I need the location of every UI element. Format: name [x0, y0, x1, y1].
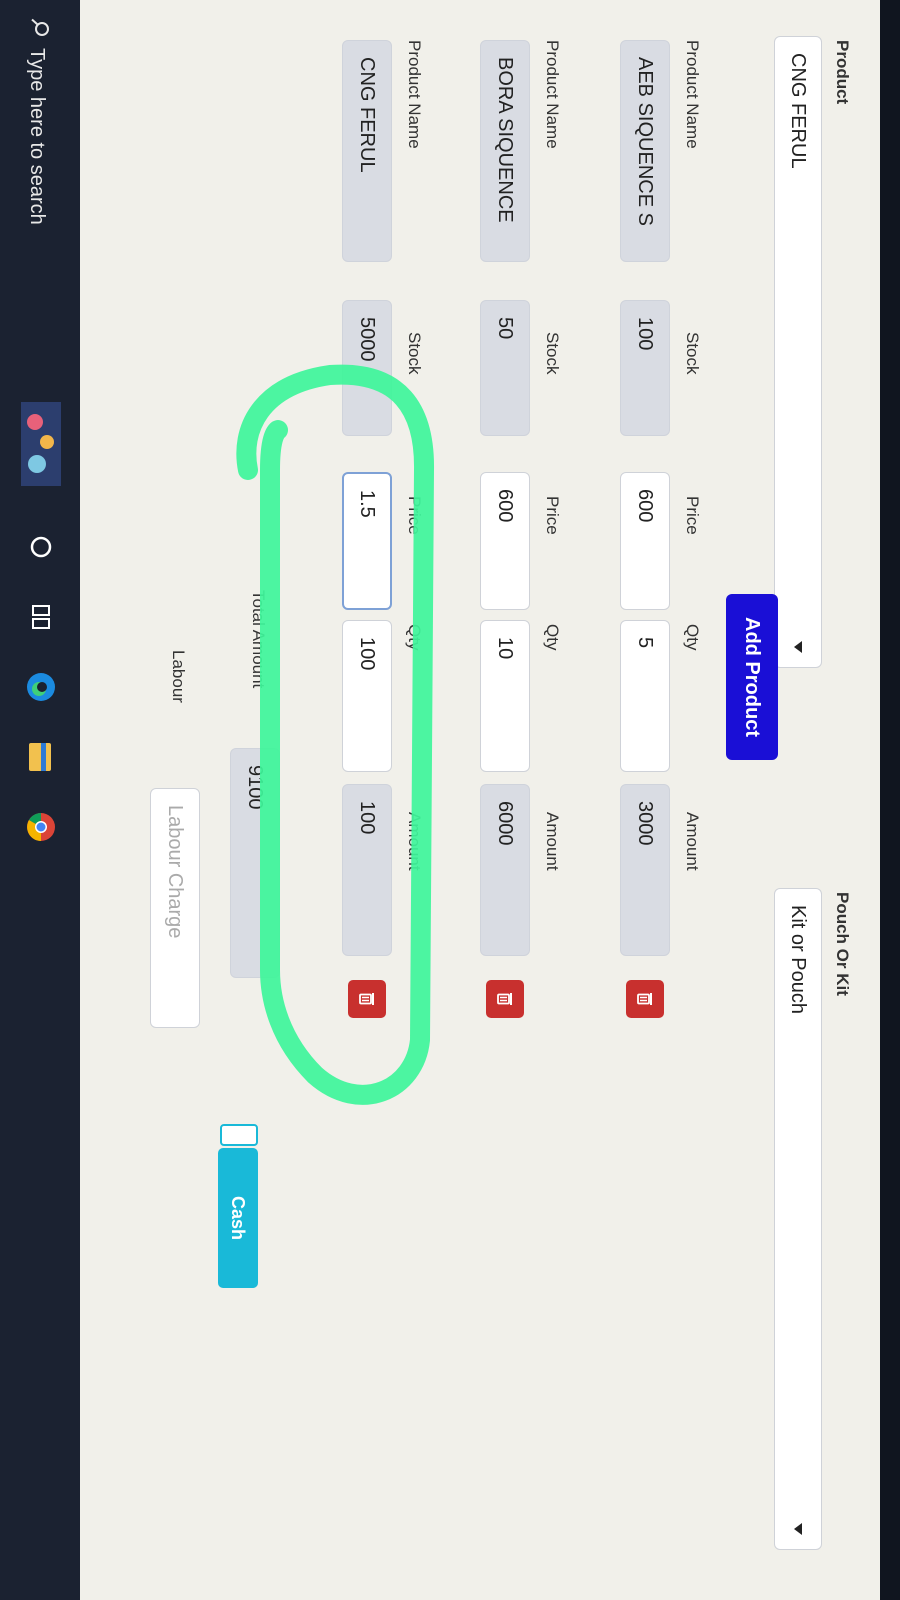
row2-price-input[interactable]: 600 [480, 472, 530, 610]
taskbar-search[interactable]: Type here to search [24, 18, 50, 225]
row3-amount: 100 [342, 784, 392, 956]
row1-qty-input[interactable]: 5 [620, 620, 670, 772]
row2-amount: 6000 [480, 784, 530, 956]
col-name-label: Product Name [683, 40, 702, 149]
row1-amount: 3000 [620, 784, 670, 956]
dropdown-caret-icon [794, 641, 802, 653]
col-name-label: Product Name [405, 40, 424, 149]
row3-stock: 5000 [342, 300, 392, 436]
row1-product-name: AEB SIQUENCE S [620, 40, 670, 262]
col-qty-label: Qty [543, 624, 562, 651]
trash-icon [637, 993, 652, 1005]
product-label: Product [833, 40, 852, 105]
cash-button[interactable]: Cash [218, 1148, 258, 1288]
search-highlight-image [21, 402, 61, 486]
rotated-screen: Product CNG FERUL Pouch Or Kit Kit or Po… [0, 0, 900, 1600]
row3-product-name: CNG FERUL [342, 40, 392, 262]
task-view-icon[interactable] [24, 600, 58, 634]
product-select-value: CNG FERUL [787, 53, 810, 169]
search-icon [24, 18, 50, 38]
chrome-icon[interactable] [24, 810, 58, 844]
col-amount-label: Amount [683, 812, 702, 871]
billing-app: Product CNG FERUL Pouch Or Kit Kit or Po… [60, 0, 880, 1600]
row3-price-input[interactable]: 1.5 [342, 472, 392, 610]
col-stock-label: Stock [405, 332, 424, 375]
add-product-button[interactable]: Add Product [726, 594, 778, 760]
row2-product-name: BORA SIQUENCE [480, 40, 530, 262]
col-stock-label: Stock [543, 332, 562, 375]
col-price-label: Price [683, 496, 702, 535]
col-qty-label: Qty [683, 624, 702, 651]
row3-delete-button[interactable] [348, 980, 386, 1018]
cash-checkbox[interactable] [220, 1124, 258, 1146]
row1-stock: 100 [620, 300, 670, 436]
product-select[interactable]: CNG FERUL [774, 36, 822, 668]
pouch-label: Pouch Or Kit [833, 892, 852, 996]
taskbar: Type here to search [0, 0, 80, 1600]
labour-label: Labour [169, 650, 188, 703]
col-name-label: Product Name [543, 40, 562, 149]
row3-qty-input[interactable]: 100 [342, 620, 392, 772]
col-amount-label: Amount [405, 812, 424, 871]
row2-stock: 50 [480, 300, 530, 436]
col-qty-label: Qty [405, 624, 424, 651]
col-amount-label: Amount [543, 812, 562, 871]
cortana-icon[interactable] [24, 530, 58, 564]
trash-icon [359, 993, 374, 1005]
row2-delete-button[interactable] [486, 980, 524, 1018]
pouch-select-value: Kit or Pouch [787, 905, 810, 1014]
dropdown-caret-icon [794, 1523, 802, 1535]
edge-icon[interactable] [24, 670, 58, 704]
total-amount-label: Total Amount [249, 590, 268, 689]
search-placeholder: Type here to search [26, 48, 49, 225]
col-stock-label: Stock [683, 332, 702, 375]
row1-delete-button[interactable] [626, 980, 664, 1018]
pouch-select[interactable]: Kit or Pouch [774, 888, 822, 1550]
trash-icon [497, 993, 512, 1005]
total-amount-value: 9100 [230, 748, 280, 978]
col-price-label: Price [405, 496, 424, 535]
row2-qty-input[interactable]: 10 [480, 620, 530, 772]
col-price-label: Price [543, 496, 562, 535]
row1-price-input[interactable]: 600 [620, 472, 670, 610]
file-explorer-icon[interactable] [24, 740, 58, 774]
labour-charge-input[interactable]: Labour Charge [150, 788, 200, 1028]
